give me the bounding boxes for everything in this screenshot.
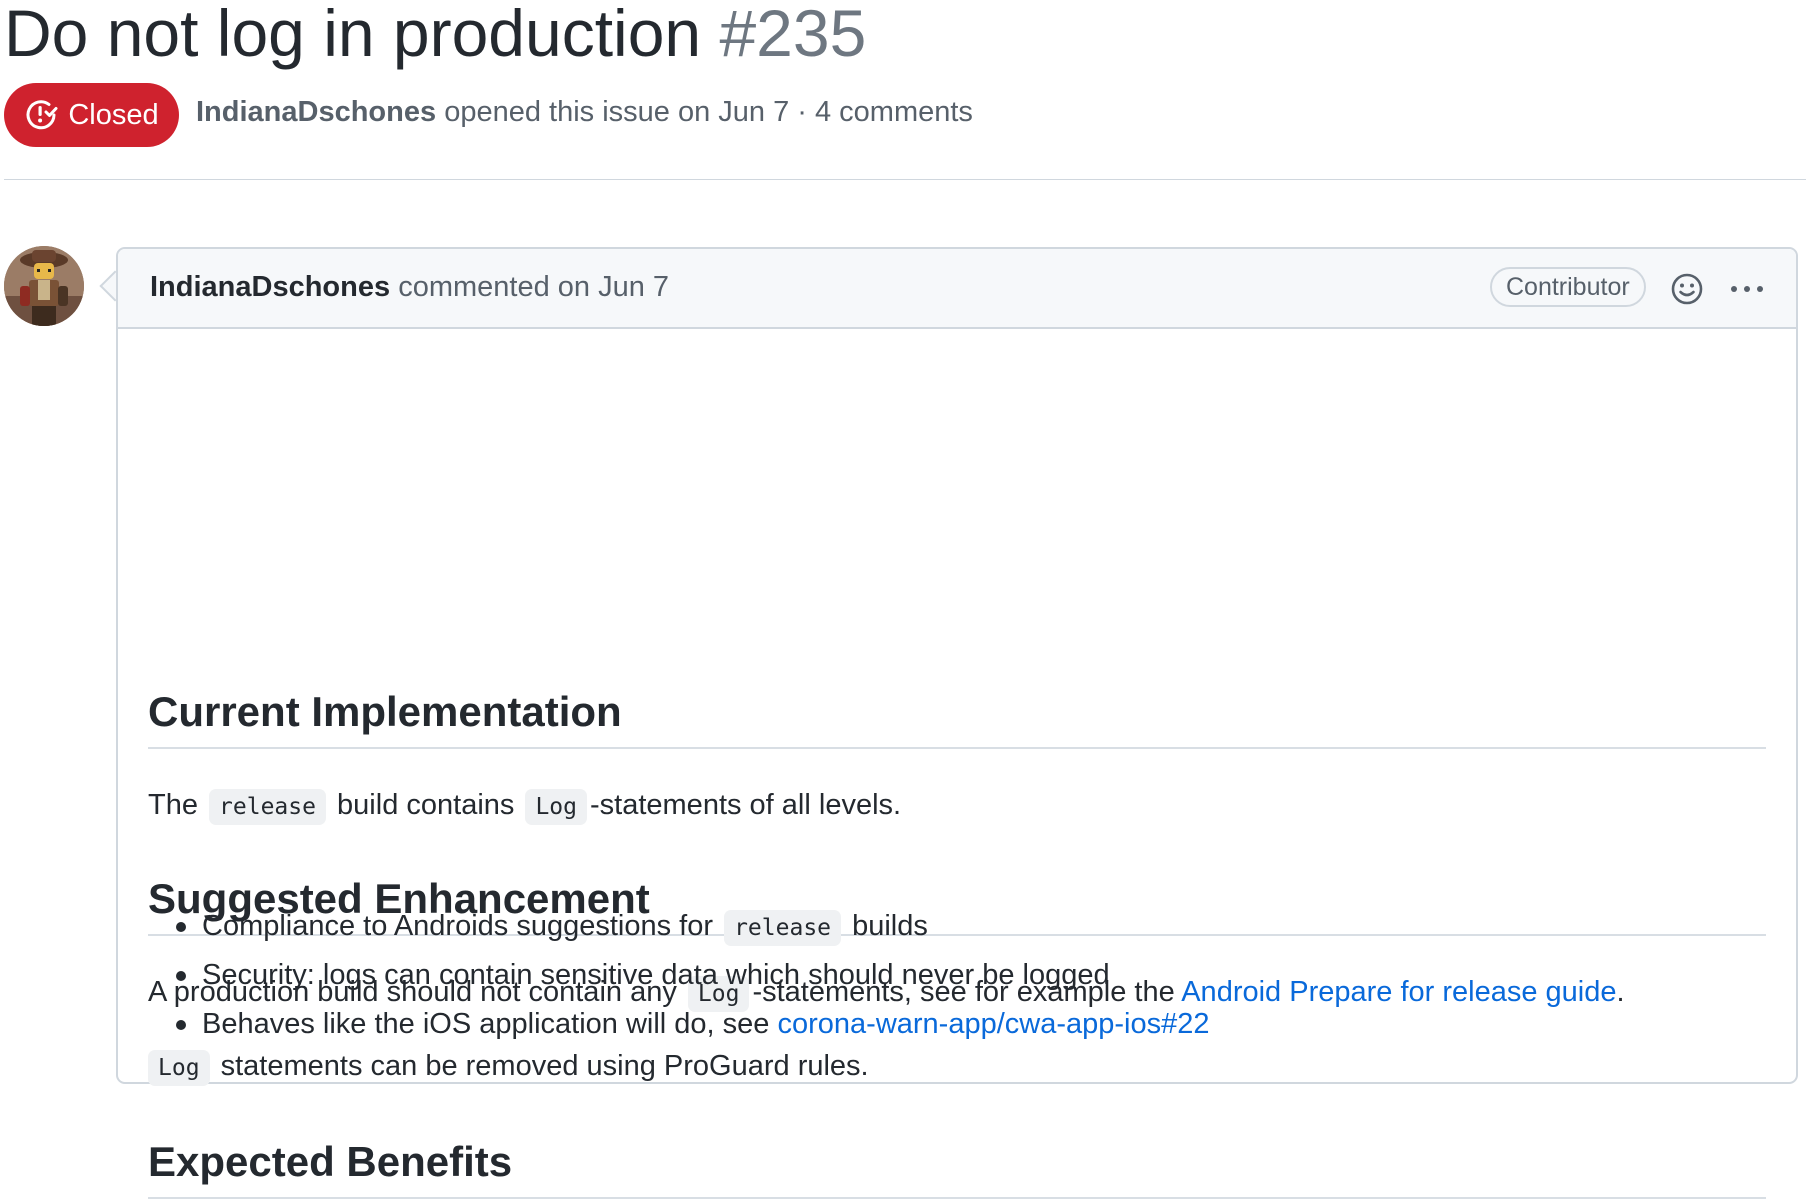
issue-author-link[interactable]: IndianaDschones <box>196 96 436 128</box>
user-avatar[interactable] <box>4 246 84 326</box>
issue-number: #235 <box>719 0 867 70</box>
header-divider <box>4 179 1806 180</box>
current-paragraph: The release build contains Log -statement… <box>148 785 901 827</box>
contributor-badge: Contributor <box>1490 267 1646 307</box>
android-release-guide-link[interactable]: Android Prepare for release guide <box>1181 976 1616 1008</box>
text: The <box>148 789 198 821</box>
issue-closed-icon <box>26 100 58 130</box>
add-reaction-button[interactable] <box>1667 269 1707 309</box>
comment-author-link[interactable]: IndianaDschones <box>150 271 390 303</box>
issue-title: Do not log in production #235 <box>4 0 866 72</box>
text: build contains <box>337 789 515 821</box>
inline-code: Log <box>148 1050 210 1086</box>
text: Compliance to Androids suggestions for <box>202 910 714 942</box>
comment-header: IndianaDschones commented on Jun 7 Contr… <box>118 249 1796 329</box>
text: Security: logs can contain sensitive dat… <box>202 959 1110 991</box>
inline-code: release <box>724 910 842 946</box>
list-item: Behaves like the iOS application will do… <box>146 1004 1210 1053</box>
text: Behaves like the iOS application will do… <box>202 1008 770 1040</box>
issue-meta: IndianaDschones opened this issue on Jun… <box>196 96 973 129</box>
benefits-list: Compliance to Androids suggestions for r… <box>146 906 1210 1053</box>
issue-title-text: Do not log in production <box>4 0 702 70</box>
smiley-icon <box>1671 273 1703 305</box>
comment-byline: IndianaDschones commented on Jun 7 <box>150 271 669 304</box>
issue-meta-text: opened this issue on Jun 7 · 4 comments <box>444 96 973 128</box>
issue-state-badge: Closed <box>4 83 179 147</box>
heading-expected-benefits: Expected Benefits <box>148 1137 1766 1199</box>
kebab-horizontal-icon <box>1731 286 1763 292</box>
text: builds <box>852 910 928 942</box>
text: -statements of all levels. <box>590 789 902 821</box>
issue-state-label: Closed <box>68 98 159 131</box>
list-item: Compliance to Androids suggestions for r… <box>146 906 1210 955</box>
comment-options-button[interactable] <box>1722 269 1772 309</box>
heading-current-implementation: Current Implementation <box>148 687 1766 749</box>
inline-code: release <box>209 789 326 825</box>
avatar-image <box>4 246 84 326</box>
text: statements can be removed using ProGuard… <box>220 1050 869 1082</box>
text: . <box>1616 976 1625 1008</box>
cwa-app-ios-issue-link[interactable]: corona-warn-app/cwa-app-ios#22 <box>778 1008 1210 1040</box>
comment-action-text[interactable]: commented on Jun 7 <box>398 271 669 303</box>
inline-code: Log <box>525 789 587 825</box>
list-item: Security: logs can contain sensitive dat… <box>146 955 1210 1004</box>
